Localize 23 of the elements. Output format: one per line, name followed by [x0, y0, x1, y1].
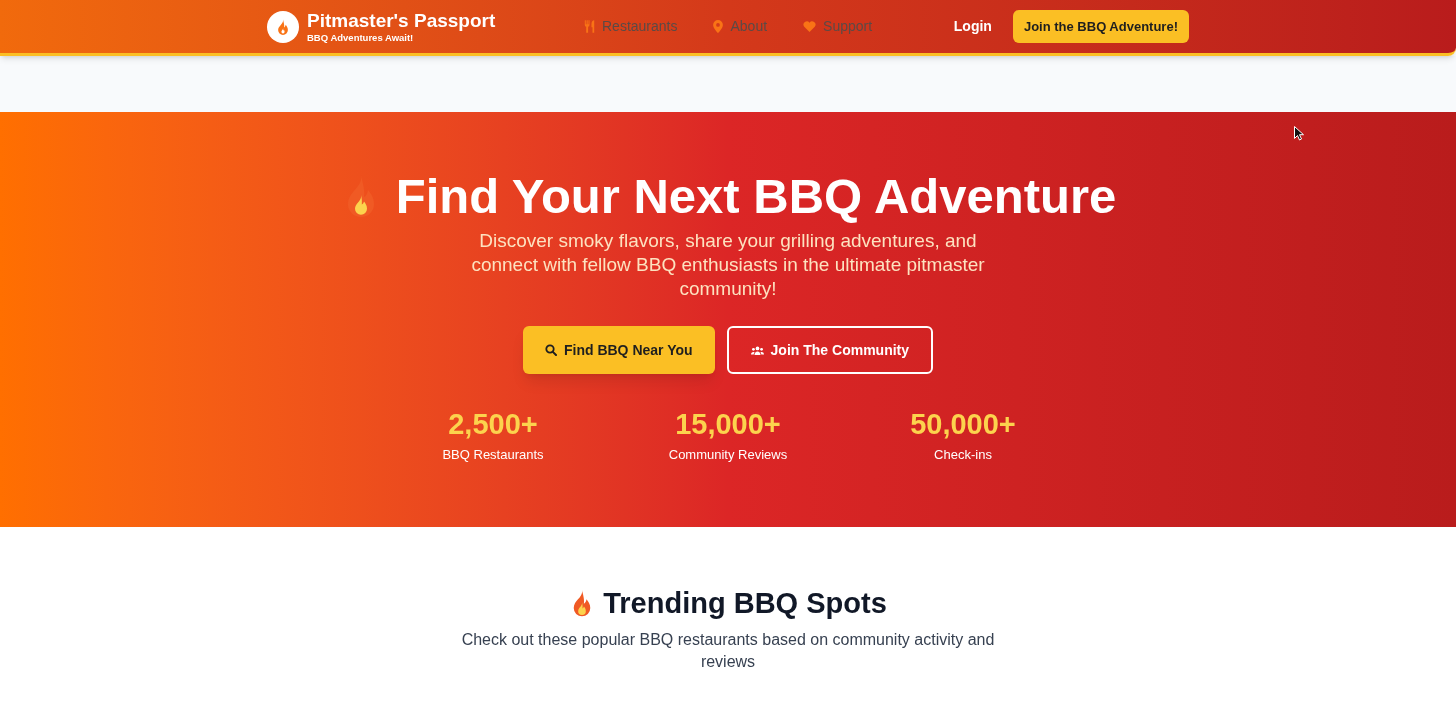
section-subtitle: Check out these popular BBQ restaurants based on community activity and reviews: [460, 630, 996, 672]
search-icon: [544, 344, 557, 356]
stat-value: 2,500+: [448, 407, 538, 441]
map-pin-icon: [713, 20, 724, 33]
section-title: Trending BBQ Spots: [603, 586, 887, 621]
fork-knife-icon: [584, 20, 595, 33]
brand-title: Pitmaster's Passport: [307, 9, 496, 32]
flame-logo-icon: [267, 10, 299, 43]
join-community-button[interactable]: Join The Community: [726, 326, 934, 374]
hero-title: Find Your Next BBQ Adventure: [395, 169, 1117, 223]
stat-value: 50,000+: [910, 407, 1016, 441]
stat-label: BBQ Restaurants: [442, 446, 544, 464]
stat-label: Check-ins: [934, 446, 992, 464]
stat-value: 15,000+: [675, 407, 781, 441]
stat-label: Community Reviews: [668, 446, 788, 464]
mouse-pointer-icon: [1294, 126, 1304, 141]
find-bbq-button[interactable]: Find BBQ Near You: [522, 326, 715, 374]
heart-icon: [803, 21, 817, 32]
people-icon: [750, 345, 764, 355]
join-button[interactable]: Join the BBQ Adventure!: [1012, 10, 1189, 43]
login-link[interactable]: Login: [952, 16, 993, 37]
hero-subtitle: Discover smoky flavors, share your grilling adventures, and connect with fellow BBQ enthusiasts in the ultimate pitmaster community!: [470, 229, 986, 301]
brand-tagline: BBQ Adventures Await!: [307, 31, 415, 44]
